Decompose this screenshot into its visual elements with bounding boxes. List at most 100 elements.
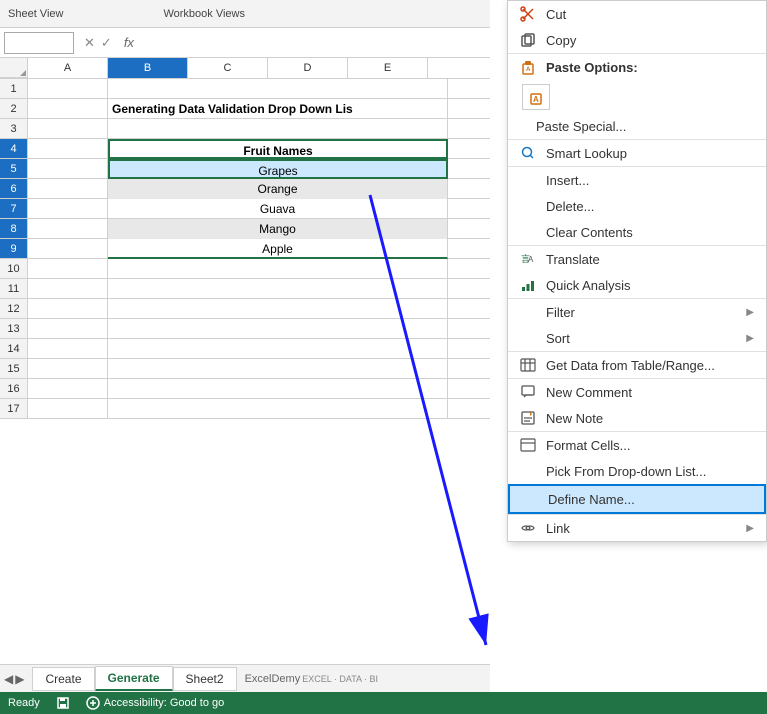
row-num-17[interactable]: 17 <box>0 399 28 418</box>
cell-b11[interactable] <box>108 279 448 299</box>
row-num-16[interactable]: 16 <box>0 379 28 398</box>
cell-b7[interactable]: Guava <box>108 199 448 219</box>
menu-item-copy[interactable]: Copy <box>508 27 766 53</box>
cell-a9[interactable] <box>28 239 108 259</box>
menu-item-smart-lookup[interactable]: Smart Lookup <box>508 139 766 166</box>
menu-item-sort[interactable]: Sort ▶ <box>508 325 766 351</box>
row-num-4[interactable]: 4 <box>0 139 28 158</box>
table-row: 12 <box>0 299 490 319</box>
cell-b13[interactable] <box>108 319 448 339</box>
table-row: 7 Guava <box>0 199 490 219</box>
new-note-label: New Note <box>546 411 754 426</box>
tab-prev-icon[interactable]: ◀ <box>4 672 13 686</box>
row-num-6[interactable]: 6 <box>0 179 28 198</box>
menu-item-link[interactable]: Link ▶ <box>508 514 766 541</box>
row-num-7[interactable]: 7 <box>0 199 28 218</box>
row-num-13[interactable]: 13 <box>0 319 28 338</box>
cell-b9[interactable]: Apple <box>108 239 448 259</box>
col-header-c[interactable]: C <box>188 58 268 78</box>
row-num-2[interactable]: 2 <box>0 99 28 118</box>
cell-b6[interactable]: Orange <box>108 179 448 199</box>
menu-item-filter[interactable]: Filter ▶ <box>508 298 766 325</box>
cell-a1[interactable] <box>28 79 108 99</box>
formula-input[interactable]: Grapes <box>140 35 490 50</box>
row-num-11[interactable]: 11 <box>0 279 28 298</box>
cell-ref-input[interactable]: B5 <box>4 32 74 54</box>
menu-item-delete[interactable]: Delete... <box>508 193 766 219</box>
cell-a7[interactable] <box>28 199 108 219</box>
row-num-9[interactable]: 9 <box>0 239 28 258</box>
menu-item-translate[interactable]: 言A Translate <box>508 245 766 272</box>
cell-b1[interactable] <box>108 79 448 99</box>
sheet-tab-sheet2[interactable]: Sheet2 <box>173 667 237 691</box>
cell-b4[interactable]: Fruit Names <box>108 139 448 159</box>
cell-a4[interactable] <box>28 139 108 159</box>
cell-b15[interactable] <box>108 359 448 379</box>
table-row: 15 <box>0 359 490 379</box>
cell-b17[interactable] <box>108 399 448 419</box>
cut-label: Cut <box>546 7 754 22</box>
cell-a15[interactable] <box>28 359 108 379</box>
menu-item-clear-contents[interactable]: Clear Contents <box>508 219 766 245</box>
fx-label: fx <box>118 35 140 50</box>
col-header-a[interactable]: A <box>28 58 108 78</box>
cell-a14[interactable] <box>28 339 108 359</box>
cell-a17[interactable] <box>28 399 108 419</box>
smart-lookup-label: Smart Lookup <box>546 146 754 161</box>
paste-options-label: Paste Options: <box>546 60 754 75</box>
cell-b10[interactable] <box>108 259 448 279</box>
menu-item-cut[interactable]: Cut <box>508 1 766 27</box>
cell-a3[interactable] <box>28 119 108 139</box>
menu-item-new-comment[interactable]: New Comment <box>508 378 766 405</box>
col-header-b[interactable]: B <box>108 58 188 78</box>
menu-item-quick-analysis[interactable]: Quick Analysis <box>508 272 766 298</box>
cell-a5[interactable] <box>28 159 108 179</box>
cell-b8[interactable]: Mango <box>108 219 448 239</box>
row-num-15[interactable]: 15 <box>0 359 28 378</box>
cell-a11[interactable] <box>28 279 108 299</box>
cell-a6[interactable] <box>28 179 108 199</box>
check-icon: ✓ <box>101 35 112 51</box>
cell-a10[interactable] <box>28 259 108 279</box>
cell-a16[interactable] <box>28 379 108 399</box>
menu-item-paste-special[interactable]: Paste Special... <box>508 114 766 139</box>
tab-next-icon[interactable]: ▶ <box>15 672 24 686</box>
table-row: 9 Apple <box>0 239 490 259</box>
sheet-tab-create[interactable]: Create <box>32 667 94 691</box>
cell-b5[interactable]: Grapes <box>108 159 448 179</box>
menu-item-pick-from-list[interactable]: Pick From Drop-down List... <box>508 458 766 484</box>
sort-icon <box>520 330 536 346</box>
spreadsheet-area: Sheet View Workbook Views B5 ✕ ✓ fx Grap… <box>0 0 490 714</box>
cell-b14[interactable] <box>108 339 448 359</box>
row-num-10[interactable]: 10 <box>0 259 28 278</box>
copy-icon <box>520 32 536 48</box>
translate-label: Translate <box>546 252 754 267</box>
row-num-1[interactable]: 1 <box>0 79 28 98</box>
menu-item-insert[interactable]: Insert... <box>508 166 766 193</box>
menu-item-format-cells[interactable]: Format Cells... <box>508 431 766 458</box>
ribbon: Sheet View Workbook Views <box>0 0 490 28</box>
row-num-5[interactable]: 5 <box>0 159 28 178</box>
menu-item-get-data[interactable]: Get Data from Table/Range... <box>508 351 766 378</box>
menu-item-new-note[interactable]: New Note <box>508 405 766 431</box>
cell-a8[interactable] <box>28 219 108 239</box>
save-icon <box>56 696 70 710</box>
row-num-8[interactable]: 8 <box>0 219 28 238</box>
col-header-d[interactable]: D <box>268 58 348 78</box>
row-num-3[interactable]: 3 <box>0 119 28 138</box>
paste-btn-icon: A <box>528 89 544 105</box>
cell-a12[interactable] <box>28 299 108 319</box>
sheet-tab-generate[interactable]: Generate <box>95 666 173 691</box>
cell-a13[interactable] <box>28 319 108 339</box>
menu-item-define-name[interactable]: Define Name... <box>508 484 766 514</box>
col-header-e[interactable]: E <box>348 58 428 78</box>
paste-btn[interactable]: A <box>522 84 550 110</box>
cell-b12[interactable] <box>108 299 448 319</box>
row-num-14[interactable]: 14 <box>0 339 28 358</box>
cell-b16[interactable] <box>108 379 448 399</box>
cell-b3[interactable] <box>108 119 448 139</box>
row-num-12[interactable]: 12 <box>0 299 28 318</box>
cell-b2[interactable]: Generating Data Validation Drop Down Lis <box>108 99 448 119</box>
define-name-label: Define Name... <box>548 492 752 507</box>
cell-a2[interactable] <box>28 99 108 119</box>
